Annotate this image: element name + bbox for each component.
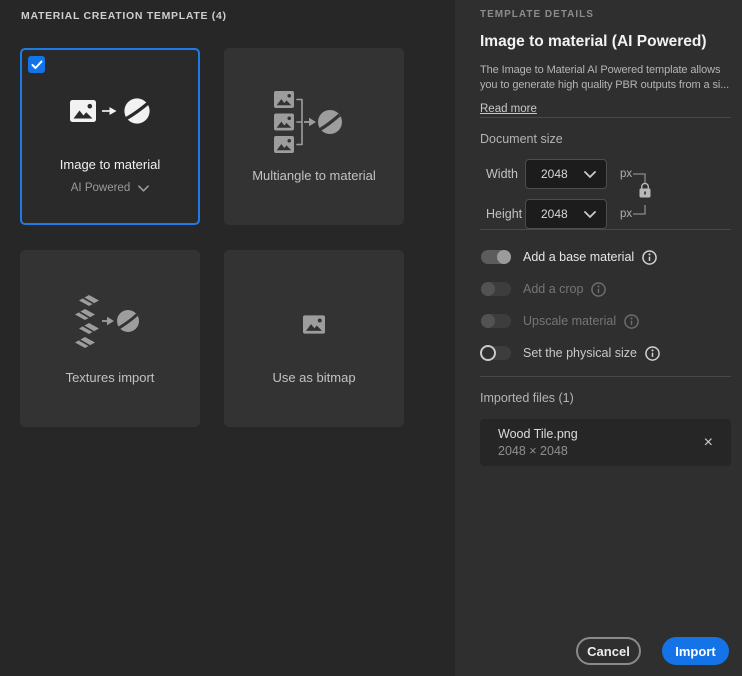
- template-grid-panel: MATERIAL CREATION TEMPLATE (4) Image to …: [0, 0, 455, 676]
- divider: [480, 376, 731, 377]
- width-label: Width: [486, 167, 518, 181]
- toggle-label: Upscale material: [523, 314, 617, 328]
- toggle-row-set-physical-size: Set the physical size: [480, 344, 731, 362]
- template-title: Image to material (AI Powered): [480, 33, 707, 50]
- lock-dimensions-icon[interactable]: [633, 159, 657, 229]
- file-name: Wood Tile.png: [498, 427, 578, 441]
- template-card-label: Image to material: [59, 157, 161, 172]
- check-icon: [31, 60, 42, 69]
- toggle-row-add-crop: Add a crop: [480, 280, 731, 298]
- add-base-material-toggle[interactable]: [481, 250, 511, 264]
- ai-powered-label: AI Powered: [70, 182, 131, 194]
- toggle-label: Set the physical size: [523, 346, 637, 360]
- file-dimensions: 2048 × 2048: [498, 444, 568, 458]
- selected-checkbox[interactable]: [28, 56, 45, 73]
- read-more-link[interactable]: Read more: [480, 103, 537, 115]
- toggle-row-upscale-material: Upscale material: [480, 312, 731, 330]
- toggle-knob: [497, 250, 511, 264]
- width-value: 2048: [541, 167, 568, 181]
- toggle-row-add-base-material: Add a base material: [480, 248, 731, 266]
- material-creation-dialog: MATERIAL CREATION TEMPLATE (4) Image to …: [0, 0, 742, 676]
- toggle-label: Add a base material: [523, 250, 635, 264]
- textures-import-icon: [75, 292, 145, 356]
- left-panel-title: MATERIAL CREATION TEMPLATE (4): [21, 10, 227, 22]
- template-card-textures-import[interactable]: Textures import: [20, 250, 200, 427]
- upscale-material-toggle[interactable]: [481, 314, 511, 328]
- imported-file-item: Wood Tile.png 2048 × 2048 ×: [480, 419, 731, 466]
- set-physical-size-toggle[interactable]: [480, 345, 511, 361]
- height-row: Height 2048 px: [480, 199, 731, 229]
- template-card-multiangle-to-material[interactable]: Multiangle to material: [224, 48, 404, 225]
- info-icon[interactable]: [624, 314, 639, 329]
- height-value: 2048: [541, 207, 568, 221]
- toggle-knob: [480, 345, 496, 361]
- info-icon[interactable]: [591, 282, 606, 297]
- height-unit: px: [620, 208, 633, 220]
- divider: [480, 229, 731, 230]
- chevron-down-icon: [584, 211, 596, 218]
- template-details-heading: TEMPLATE DETAILS: [480, 9, 594, 20]
- template-description: The Image to Material AI Powered templat…: [480, 64, 730, 91]
- template-cards: Image to material AI Powered Multiangle …: [20, 48, 404, 427]
- height-label: Height: [486, 207, 523, 221]
- toggle-label: Add a crop: [523, 282, 584, 296]
- template-card-use-as-bitmap[interactable]: Use as bitmap: [224, 250, 404, 427]
- chevron-down-icon: [584, 171, 596, 178]
- cancel-button[interactable]: Cancel: [576, 637, 641, 665]
- ai-powered-dropdown[interactable]: AI Powered: [71, 182, 149, 194]
- template-details-panel: TEMPLATE DETAILS Image to material (AI P…: [455, 0, 742, 676]
- toggle-knob: [481, 282, 495, 296]
- multiangle-to-material-icon: [274, 90, 354, 154]
- width-unit: px: [620, 168, 633, 180]
- info-icon[interactable]: [642, 250, 657, 265]
- document-size-controls: Width 2048 px Height 2048 px: [480, 159, 731, 229]
- template-card-label: Use as bitmap: [272, 370, 356, 385]
- file-meta: Wood Tile.png 2048 × 2048: [498, 427, 700, 458]
- width-dropdown[interactable]: 2048: [525, 159, 607, 189]
- document-size-label: Document size: [480, 132, 563, 146]
- options-toggles: Add a base material Add a crop Upscale m…: [480, 248, 731, 362]
- import-button[interactable]: Import: [662, 637, 729, 665]
- width-row: Width 2048 px: [480, 159, 731, 189]
- height-dropdown[interactable]: 2048: [525, 199, 607, 229]
- divider: [480, 117, 731, 118]
- dialog-footer: Cancel Import: [576, 637, 729, 665]
- template-card-label: Multiangle to material: [252, 168, 376, 183]
- info-icon[interactable]: [645, 346, 660, 361]
- add-crop-toggle[interactable]: [481, 282, 511, 296]
- chevron-down-icon: [138, 185, 149, 192]
- template-card-label: Textures import: [65, 370, 155, 385]
- template-card-image-to-material[interactable]: Image to material AI Powered: [20, 48, 200, 225]
- imported-files-label: Imported files (1): [480, 391, 574, 405]
- toggle-knob: [481, 314, 495, 328]
- remove-file-button[interactable]: ×: [700, 433, 717, 453]
- image-to-material-icon: [70, 79, 151, 143]
- bitmap-icon: [303, 292, 325, 356]
